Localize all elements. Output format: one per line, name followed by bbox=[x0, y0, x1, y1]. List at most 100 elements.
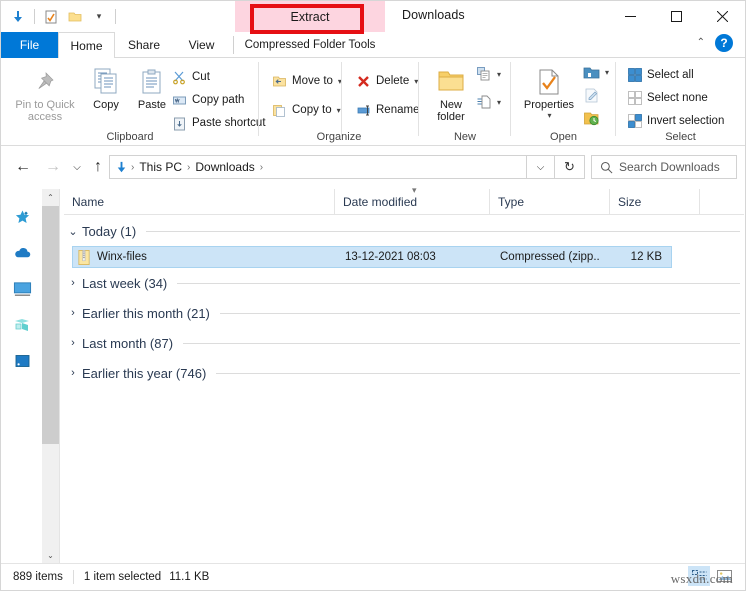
group-chevron-icon[interactable]: › bbox=[64, 367, 82, 379]
tab-view[interactable]: View bbox=[173, 32, 230, 58]
new-item-caret-icon[interactable]: ▾ bbox=[497, 70, 501, 79]
group-header-earlier-this-month[interactable]: › Earlier this month (21) bbox=[64, 298, 744, 328]
status-bar: 889 items 1 item selected 11.1 KB bbox=[1, 563, 745, 590]
copy-path-label: Copy path bbox=[192, 94, 245, 106]
file-name-cell: Winx-files bbox=[73, 249, 345, 265]
breadcrumb-this-pc[interactable]: This PC bbox=[136, 160, 185, 174]
copy-icon bbox=[91, 62, 121, 96]
group-header-last-month[interactable]: › Last month (87) bbox=[64, 328, 744, 358]
refresh-button[interactable]: ↻ bbox=[555, 155, 585, 179]
tab-home[interactable]: Home bbox=[58, 32, 115, 59]
pin-to-quick-access-button[interactable]: Pin to Quick access bbox=[7, 62, 83, 123]
column-type[interactable]: Type bbox=[489, 189, 609, 215]
ribbon-group-label-select: Select bbox=[665, 131, 696, 143]
properties-button[interactable]: Properties ▾ bbox=[515, 62, 583, 120]
delete-label: Delete bbox=[376, 75, 410, 87]
new-item-button[interactable]: ▾ bbox=[475, 64, 501, 84]
address-dropdown-button[interactable]: ⌵ bbox=[527, 155, 555, 179]
group-chevron-icon[interactable]: › bbox=[64, 277, 82, 289]
file-type-cell: Compressed (zipp... bbox=[500, 251, 600, 263]
easy-access-button[interactable]: ▾ bbox=[475, 92, 501, 112]
edit-button[interactable] bbox=[583, 85, 600, 105]
forward-button[interactable]: → bbox=[41, 155, 65, 179]
column-date-modified[interactable]: ▾ Date modified bbox=[334, 185, 489, 215]
scrollbar-thumb[interactable] bbox=[42, 206, 59, 444]
group-label-earlier-this-year: Earlier this year (746) bbox=[82, 365, 207, 381]
search-input[interactable]: Search Downloads bbox=[619, 160, 720, 174]
network-icon[interactable] bbox=[12, 315, 32, 335]
qat-divider-1 bbox=[34, 9, 35, 24]
this-pc-monitor-icon[interactable] bbox=[12, 279, 32, 299]
libraries-icon[interactable] bbox=[12, 351, 32, 371]
properties-caret-icon[interactable]: ▾ bbox=[547, 111, 551, 120]
window-title: Downloads bbox=[402, 8, 465, 22]
copy-to-button[interactable]: Copy to ▾ bbox=[271, 100, 341, 120]
select-all-label: Select all bbox=[647, 69, 694, 81]
pin-label-line2: access bbox=[27, 111, 63, 123]
group-header-last-week[interactable]: › Last week (34) bbox=[64, 268, 744, 298]
select-none-button[interactable]: Select none bbox=[626, 88, 708, 108]
delete-button[interactable]: Delete ▾ bbox=[355, 71, 418, 91]
invert-selection-button[interactable]: Invert selection bbox=[626, 111, 724, 131]
pin-label-line1: Pin to Quick bbox=[15, 99, 75, 111]
copy-button[interactable]: Copy bbox=[83, 62, 129, 111]
navigation-pane-scrollbar[interactable]: ⌃ ⌄ bbox=[42, 189, 59, 564]
close-button[interactable] bbox=[699, 1, 745, 32]
scroll-up-arrow-icon[interactable]: ⌃ bbox=[42, 189, 59, 206]
watermark: wsxdn.com bbox=[670, 571, 733, 586]
rename-button[interactable]: Rename bbox=[355, 100, 419, 120]
column-name[interactable]: Name bbox=[64, 189, 334, 215]
onedrive-cloud-icon[interactable] bbox=[12, 243, 32, 263]
file-date-cell: 13-12-2021 08:03 bbox=[345, 251, 436, 263]
collapse-ribbon-icon[interactable]: ⌃ bbox=[697, 37, 705, 48]
history-button[interactable] bbox=[583, 108, 600, 128]
back-button[interactable]: ← bbox=[11, 155, 35, 179]
open-caret-icon[interactable]: ▾ bbox=[605, 68, 609, 77]
tab-compressed-folder-tools[interactable]: Compressed Folder Tools bbox=[235, 32, 385, 58]
new-folder-icon[interactable] bbox=[64, 6, 86, 28]
help-icon[interactable]: ? bbox=[715, 34, 733, 52]
rename-label: Rename bbox=[376, 104, 420, 116]
ribbon: Pin to Quick access Copy Paste Cut Copy … bbox=[1, 58, 745, 146]
paste-button[interactable]: Paste bbox=[129, 62, 175, 111]
breadcrumb-downloads[interactable]: Downloads bbox=[192, 160, 257, 174]
rename-icon bbox=[355, 102, 372, 119]
open-button[interactable]: ▾ bbox=[583, 62, 609, 82]
group-chevron-icon[interactable]: ⌄ bbox=[64, 225, 82, 238]
file-list: ⌄ Today (1) Winx-files 13-12-2021 08:03 … bbox=[64, 216, 744, 561]
minimize-button[interactable] bbox=[607, 1, 653, 32]
cut-button[interactable]: Cut bbox=[171, 67, 210, 87]
qat-customize-caret-icon[interactable]: ▾ bbox=[88, 6, 110, 28]
tab-share[interactable]: Share bbox=[115, 32, 173, 58]
easy-access-caret-icon[interactable]: ▾ bbox=[497, 98, 501, 107]
contextual-tab-extract-heading[interactable]: Extract bbox=[235, 1, 385, 32]
up-button[interactable]: ↑ bbox=[86, 155, 110, 179]
search-box[interactable]: Search Downloads bbox=[591, 155, 737, 179]
qat-divider-2 bbox=[115, 9, 116, 24]
table-row[interactable]: Winx-files 13-12-2021 08:03 Compressed (… bbox=[72, 246, 672, 268]
group-rule-line bbox=[177, 282, 740, 284]
select-all-button[interactable]: Select all bbox=[626, 65, 694, 85]
pin-to-quick-access-label: Pin to Quick access bbox=[15, 99, 74, 123]
scroll-down-arrow-icon[interactable]: ⌄ bbox=[42, 547, 59, 564]
group-header-earlier-this-year[interactable]: › Earlier this year (746) bbox=[64, 358, 744, 388]
group-chevron-icon[interactable]: › bbox=[64, 337, 82, 349]
new-folder-button[interactable]: New folder bbox=[427, 62, 475, 123]
quick-access-star-icon[interactable] bbox=[12, 207, 32, 227]
paste-shortcut-icon bbox=[171, 115, 188, 132]
paste-shortcut-button[interactable]: Paste shortcut bbox=[171, 113, 266, 133]
ribbon-group-organize: Move to ▾ Copy to ▾ Delete ▾ Rename Orga… bbox=[259, 58, 419, 146]
group-header-today[interactable]: ⌄ Today (1) bbox=[64, 216, 744, 246]
move-to-icon bbox=[271, 73, 288, 90]
column-size[interactable]: Size bbox=[609, 189, 699, 215]
move-to-label: Move to bbox=[292, 75, 333, 87]
maximize-button[interactable] bbox=[653, 1, 699, 32]
group-chevron-icon[interactable]: › bbox=[64, 307, 82, 319]
move-to-button[interactable]: Move to ▾ bbox=[271, 71, 342, 91]
address-bar[interactable]: › This PC › Downloads › bbox=[109, 155, 527, 179]
copy-path-button[interactable]: Copy path bbox=[171, 90, 244, 110]
column-extra[interactable] bbox=[699, 189, 744, 215]
tab-file[interactable]: File bbox=[1, 32, 58, 58]
properties-icon[interactable] bbox=[40, 6, 62, 28]
downloads-icon[interactable] bbox=[7, 6, 29, 28]
